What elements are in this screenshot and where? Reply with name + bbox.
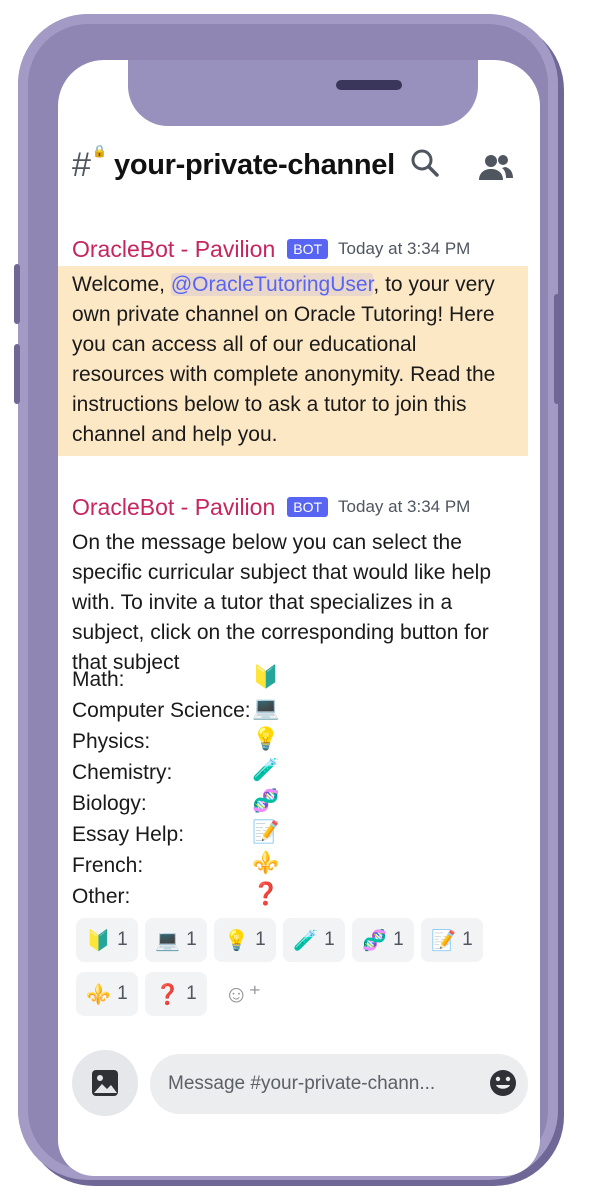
memo-icon: 📝 xyxy=(252,819,280,844)
subject-label: Other: xyxy=(72,884,131,908)
reaction-other[interactable]: ❓ 1 xyxy=(145,972,207,1016)
members-icon[interactable] xyxy=(478,152,514,189)
message-content: Welcome, @OracleTutoringUser, to your ve… xyxy=(58,266,528,456)
reaction-count: 1 xyxy=(255,929,266,950)
question-icon: ❓ xyxy=(155,983,181,1006)
subject-label: Physics: xyxy=(72,729,151,753)
subject-label: Essay Help: xyxy=(72,822,185,846)
message-text: , to your very own private channel on Or… xyxy=(72,273,496,446)
fleur-de-lis-icon: ⚜️ xyxy=(252,850,280,875)
subject-row: Chemistry: 🧪 xyxy=(72,757,332,788)
channel-title: your-private-channel xyxy=(114,148,395,181)
subject-row: French: ⚜️ xyxy=(72,850,332,881)
reaction-essay-help[interactable]: 📝 1 xyxy=(421,918,483,962)
test-tube-icon: 🧪 xyxy=(252,757,280,782)
message: OracleBot - Pavilion BOT Today at 3:34 P… xyxy=(58,232,528,456)
reaction-count: 1 xyxy=(117,983,128,1004)
subject-row: Physics: 💡 xyxy=(72,726,332,757)
reaction-biology[interactable]: 🧬 1 xyxy=(352,918,414,962)
bot-badge: BOT xyxy=(287,497,329,517)
reaction-count: 1 xyxy=(186,983,197,1004)
phone-speaker xyxy=(336,80,402,90)
message-composer xyxy=(72,1050,532,1124)
phone-power-button xyxy=(554,294,560,404)
subject-list: Math: 🔰 Computer Science: 💻 Physics: 💡 Chem… xyxy=(72,664,332,912)
emoji-picker-icon[interactable] xyxy=(488,1068,518,1105)
reaction-chemistry[interactable]: 🧪 1 xyxy=(283,918,345,962)
phone-frame: # 🔒 your-private-channel OracleBot - Pavi… xyxy=(14,14,560,1180)
reaction-math[interactable]: 🔰 1 xyxy=(76,918,138,962)
image-icon xyxy=(92,1070,118,1096)
computer-icon: 💻 xyxy=(252,695,280,720)
dna-icon: 🧬 xyxy=(252,788,280,813)
add-reaction-icon[interactable]: ☺⁺ xyxy=(224,980,261,1009)
lightbulb-icon: 💡 xyxy=(252,726,280,751)
subject-label: Math: xyxy=(72,667,125,691)
lightbulb-icon: 💡 xyxy=(224,929,250,952)
subject-label: Computer Science: xyxy=(72,698,251,722)
subject-label: Chemistry: xyxy=(72,760,173,784)
reaction-count: 1 xyxy=(462,929,473,950)
phone-side-button xyxy=(14,344,20,404)
beginner-icon: 🔰 xyxy=(86,929,112,952)
memo-icon: 📝 xyxy=(431,929,457,952)
reaction-physics[interactable]: 💡 1 xyxy=(214,918,276,962)
reaction-count: 1 xyxy=(186,929,197,950)
message-timestamp: Today at 3:34 PM xyxy=(338,239,471,258)
subject-row: Computer Science: 💻 xyxy=(72,695,332,726)
reaction-count: 1 xyxy=(393,929,404,950)
test-tube-icon: 🧪 xyxy=(293,929,319,952)
message-header: OracleBot - Pavilion BOT Today at 3:34 P… xyxy=(58,232,528,266)
user-mention[interactable]: @OracleTutoringUser xyxy=(170,273,374,296)
reaction-french[interactable]: ⚜️ 1 xyxy=(76,972,138,1016)
reaction-count: 1 xyxy=(117,929,128,950)
message-header: OracleBot - Pavilion BOT Today at 3:34 P… xyxy=(58,490,528,524)
image-upload-button[interactable] xyxy=(72,1050,138,1116)
channel-header: # 🔒 your-private-channel xyxy=(72,140,532,190)
message-timestamp: Today at 3:34 PM xyxy=(338,497,471,516)
bot-badge: BOT xyxy=(287,239,329,259)
message-author[interactable]: OracleBot - Pavilion xyxy=(72,494,275,521)
subject-label: Biology: xyxy=(72,791,147,815)
phone-notch xyxy=(128,60,478,126)
question-icon: ❓ xyxy=(252,881,280,906)
fleur-de-lis-icon: ⚜️ xyxy=(86,983,112,1006)
search-icon[interactable] xyxy=(410,148,440,185)
subject-row: Math: 🔰 xyxy=(72,664,332,695)
reaction-count: 1 xyxy=(324,929,335,950)
phone-side-button xyxy=(14,264,20,324)
subject-row: Biology: 🧬 xyxy=(72,788,332,819)
message-text: Welcome, xyxy=(72,273,171,296)
message-content: On the message below you can select the … xyxy=(72,531,492,674)
hash-lock-icon: # 🔒 xyxy=(72,143,107,184)
phone-screen: # 🔒 your-private-channel OracleBot - Pavi… xyxy=(58,60,540,1176)
computer-icon: 💻 xyxy=(155,929,181,952)
message-author[interactable]: OracleBot - Pavilion xyxy=(72,236,275,263)
message-input[interactable] xyxy=(150,1054,528,1114)
subject-label: French: xyxy=(72,853,144,877)
dna-icon: 🧬 xyxy=(362,929,388,952)
subject-row: Other: ❓ xyxy=(72,881,332,912)
beginner-icon: 🔰 xyxy=(252,664,280,689)
message: OracleBot - Pavilion BOT Today at 3:34 P… xyxy=(58,490,528,684)
reaction-computer-science[interactable]: 💻 1 xyxy=(145,918,207,962)
subject-row: Essay Help: 📝 xyxy=(72,819,332,850)
